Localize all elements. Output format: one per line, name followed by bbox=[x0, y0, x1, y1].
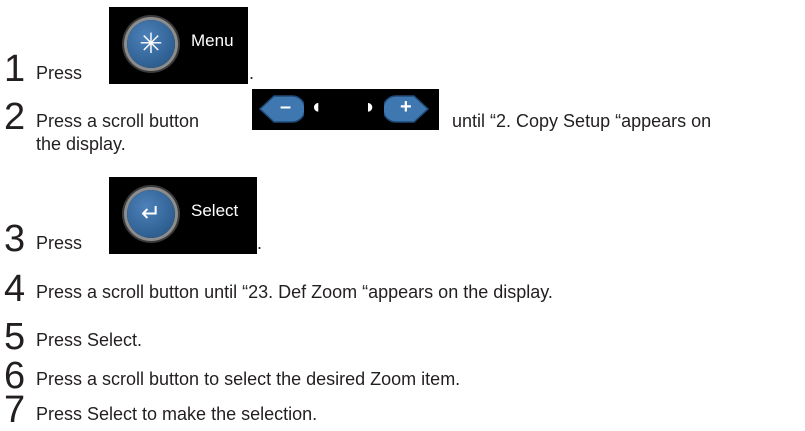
scroll-keys-image: – ◖ ◗ + bbox=[252, 89, 439, 130]
step-number: 7 bbox=[4, 389, 26, 431]
select-key-image: ↵ Select bbox=[109, 177, 257, 254]
step-text-line2: the display. bbox=[36, 134, 126, 154]
select-button: ↵ bbox=[127, 190, 175, 238]
step-text-end: . bbox=[249, 63, 255, 83]
step-number: 4 bbox=[4, 268, 26, 310]
enter-icon: ↵ bbox=[140, 200, 162, 227]
step-text: Press a scroll button until “23. Def Zoo… bbox=[36, 282, 553, 302]
step-number: 3 bbox=[4, 218, 26, 260]
menu-key-image: ✳ Menu bbox=[109, 7, 248, 84]
step-text: Press a scroll button to select the desi… bbox=[36, 369, 461, 389]
step-text: Press Select. bbox=[36, 330, 143, 350]
scroll-right-button: + bbox=[384, 93, 432, 125]
asterisk-icon: ✳ bbox=[139, 28, 163, 59]
half-moon-right-icon: ◗ bbox=[364, 96, 377, 118]
plus-icon: + bbox=[400, 96, 412, 118]
minus-icon: – bbox=[280, 96, 292, 118]
step-text: Press bbox=[36, 233, 83, 253]
menu-label: Menu bbox=[191, 31, 234, 50]
menu-button: ✳ bbox=[127, 20, 175, 68]
scroll-left-button: – bbox=[256, 93, 304, 125]
step-number: 5 bbox=[4, 316, 26, 358]
step-text-end: until “2. Copy Setup “appears on bbox=[452, 111, 712, 131]
step-text: Press bbox=[36, 63, 83, 83]
select-label: Select bbox=[191, 201, 239, 220]
step-number: 2 bbox=[4, 96, 26, 138]
step-number: 1 bbox=[4, 48, 26, 90]
step-text: Press a scroll button bbox=[36, 111, 200, 131]
step-text-end: . bbox=[257, 233, 263, 253]
step-text: Press Select to make the selection. bbox=[36, 404, 318, 424]
half-moon-left-icon: ◖ bbox=[310, 96, 323, 118]
